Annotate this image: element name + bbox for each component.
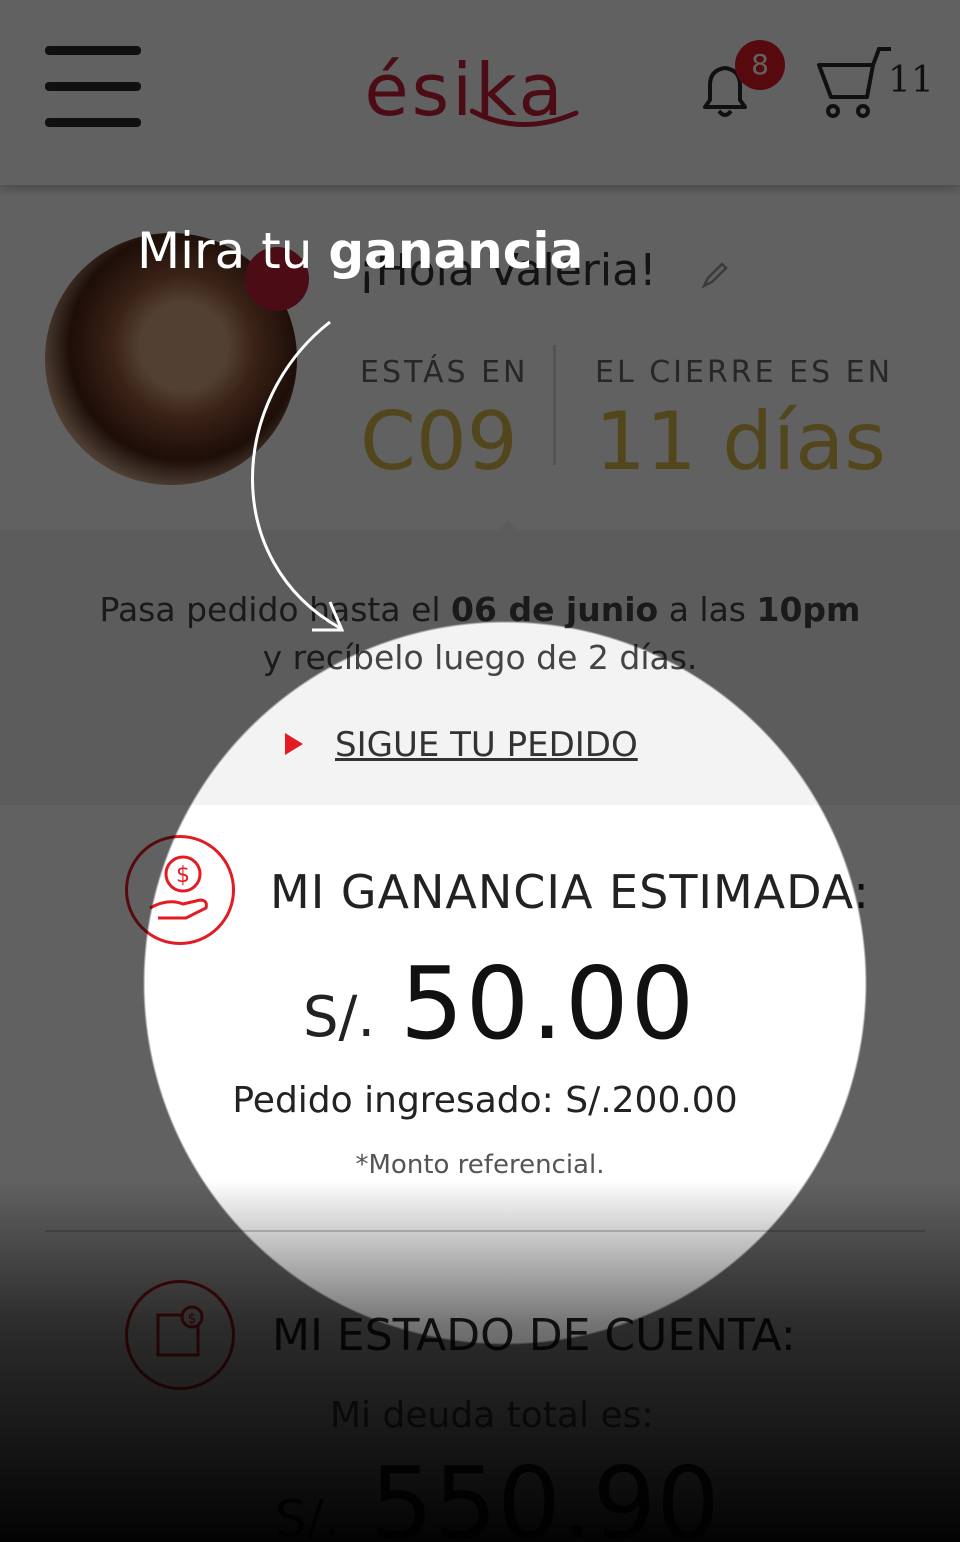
profile-divider [553, 345, 556, 465]
cart-count: 11 [888, 60, 934, 101]
app-screen: ésika 8 11 ¡Hola Valeria! ESTÁS EN C09 E… [0, 0, 960, 1542]
referential-note: *Monto referencial. [355, 1150, 605, 1180]
notification-badge: 8 [735, 40, 785, 90]
coachmark-text: Mira tu ganancia [137, 222, 584, 280]
cart-icon[interactable] [815, 45, 895, 125]
account-subtitle: Mi deuda total es: [330, 1395, 654, 1436]
pencil-icon[interactable] [700, 260, 730, 290]
follow-order-label[interactable]: SIGUE TU PEDIDO [335, 725, 638, 765]
play-arrow-icon [285, 733, 303, 755]
campaign-value: C09 [360, 395, 518, 488]
svg-text:$: $ [188, 1311, 197, 1327]
earnings-currency: S/. [303, 985, 376, 1050]
earnings-amount: 50.00 [400, 945, 697, 1062]
delivery-text: y recíbelo luego de 2 días. [262, 638, 698, 677]
order-total-text: Pedido ingresado: S/.200.00 [232, 1080, 738, 1121]
account-title: MI ESTADO DE CUENTA: [272, 1310, 796, 1361]
top-bar: ésika 8 11 [0, 0, 960, 185]
account-amount: 550.90 [370, 1445, 720, 1542]
logo-swoosh-icon [470, 108, 579, 127]
campaign-label: ESTÁS EN [360, 355, 529, 390]
hamburger-icon[interactable] [45, 46, 141, 127]
account-currency: S/. [275, 1490, 340, 1542]
wallet-icon: $ [125, 1280, 235, 1390]
order-deadline-text: Pasa pedido hasta el 06 de junio a las 1… [99, 590, 861, 629]
close-value: 11 días [595, 395, 886, 488]
section-divider [45, 1230, 925, 1232]
svg-text:$: $ [176, 863, 190, 888]
earnings-title: MI GANANCIA ESTIMADA: [270, 865, 870, 919]
info-notch [480, 520, 536, 548]
money-hand-icon: $ [125, 835, 235, 945]
close-label: EL CIERRE ES EN [595, 355, 894, 390]
